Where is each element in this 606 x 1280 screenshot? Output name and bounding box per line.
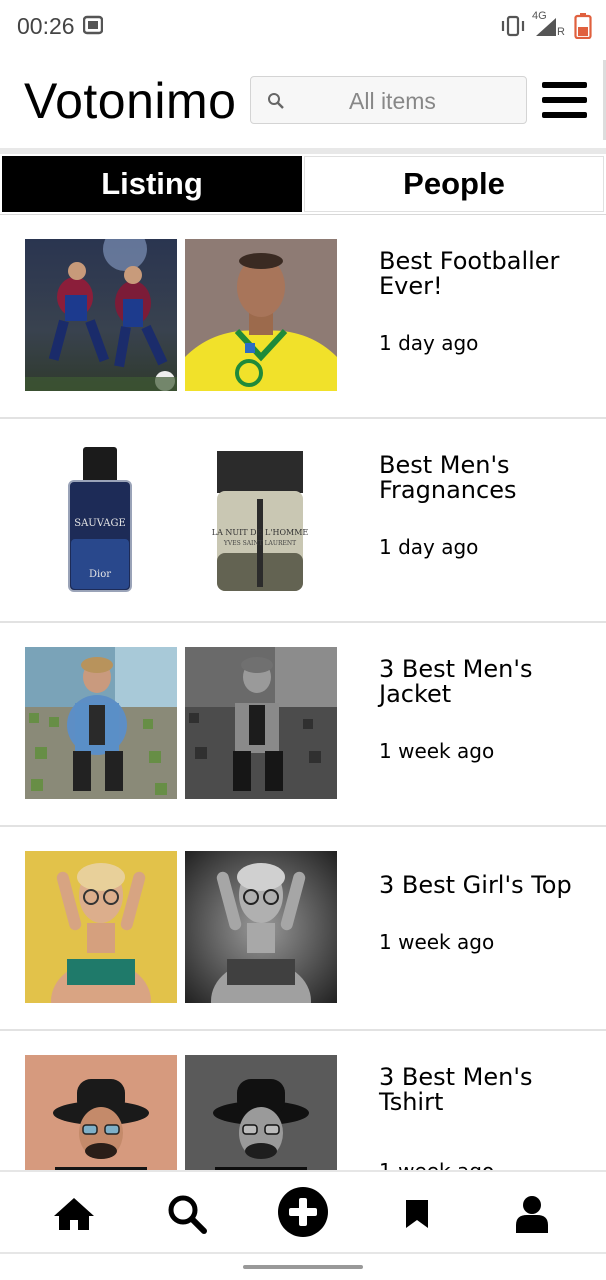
bookmark-icon [406, 1200, 428, 1228]
nav-profile-button[interactable] [510, 1192, 554, 1236]
sauvage-perfume-photo[interactable]: SAUVAGE Dior [25, 443, 177, 595]
app-title: Votonimo [24, 73, 237, 129]
listing-time: 1 week ago [379, 1159, 494, 1170]
listing-title: Best Footballer Ever! [379, 247, 560, 300]
listing-list: Best Footballer Ever! 1 day ago SAUVAGE … [0, 215, 606, 1170]
perfume-label-text: LA NUIT DE L'HOMME [212, 528, 309, 537]
screenshot-icon [83, 15, 103, 35]
perfume-brand-text: Dior [89, 569, 111, 580]
bottom-navigation [0, 1170, 606, 1254]
status-bar: 00:26 4G R [0, 0, 606, 52]
listing-title: 3 Best Girl's Top [379, 871, 572, 899]
add-circle-icon [278, 1187, 328, 1237]
footballers-action-photo[interactable] [25, 239, 177, 391]
search-placeholder: All items [349, 88, 436, 114]
list-item[interactable]: 3 Best Girl's Top 1 week ago [0, 827, 606, 1031]
home-icon [54, 1198, 94, 1230]
user-icon [516, 1196, 548, 1233]
girl-top-bw-photo[interactable] [185, 851, 337, 1003]
signal-icon: 4G R [532, 10, 568, 40]
battery-icon [574, 13, 592, 39]
search-icon [168, 1195, 207, 1234]
listing-time: 1 week ago [379, 930, 495, 954]
app-header: Votonimo All items [0, 52, 606, 150]
search-input[interactable]: All items [250, 76, 527, 124]
nav-search-button[interactable] [165, 1192, 209, 1236]
listing-time: 1 day ago [379, 331, 479, 355]
list-item[interactable]: SAUVAGE Dior LA NUIT DE L'HOMME YVES SAI… [0, 419, 606, 623]
nav-add-button[interactable] [277, 1186, 329, 1238]
listing-title: 3 Best Men's Jacket [379, 655, 533, 708]
man-hat-tshirt-photo[interactable] [25, 1055, 177, 1170]
nav-bookmarks-button[interactable] [395, 1192, 439, 1236]
tab-listing[interactable]: Listing [2, 156, 302, 212]
status-time: 00:26 [17, 13, 75, 39]
status-icons: 4G R [500, 10, 592, 40]
perfume-label-text: SAUVAGE [74, 518, 126, 529]
roaming-label: R [557, 26, 565, 38]
list-item[interactable]: Best Footballer Ever! 1 day ago [0, 215, 606, 419]
tab-bar: Listing People [0, 154, 606, 215]
list-item[interactable]: 3 Best Men's Jacket 1 week ago [0, 623, 606, 827]
search-icon [268, 93, 284, 109]
gesture-handle[interactable] [243, 1265, 363, 1269]
footballer-yellow-jersey-photo[interactable] [185, 239, 337, 391]
hamburger-menu-icon[interactable] [542, 82, 587, 120]
listing-time: 1 day ago [379, 535, 479, 559]
man-hat-tshirt-bw-photo[interactable] [185, 1055, 337, 1170]
man-denim-jacket-bw-photo[interactable] [185, 647, 337, 799]
list-item[interactable]: 3 Best Men's Tshirt 1 week ago [0, 1031, 606, 1170]
listing-time: 1 week ago [379, 739, 495, 763]
perfume-brand-text: YVES SAINT LAURENT [223, 540, 296, 547]
la-nuit-de-lhomme-perfume-photo[interactable]: LA NUIT DE L'HOMME YVES SAINT LAURENT [185, 443, 337, 595]
man-denim-jacket-photo[interactable] [25, 647, 177, 799]
tab-people[interactable]: People [304, 156, 604, 212]
girl-green-top-photo[interactable] [25, 851, 177, 1003]
listing-title: Best Men's Fragnances [379, 451, 517, 504]
listing-title: 3 Best Men's Tshirt [379, 1063, 533, 1116]
vibrate-icon [501, 15, 525, 37]
nav-home-button[interactable] [52, 1192, 96, 1236]
